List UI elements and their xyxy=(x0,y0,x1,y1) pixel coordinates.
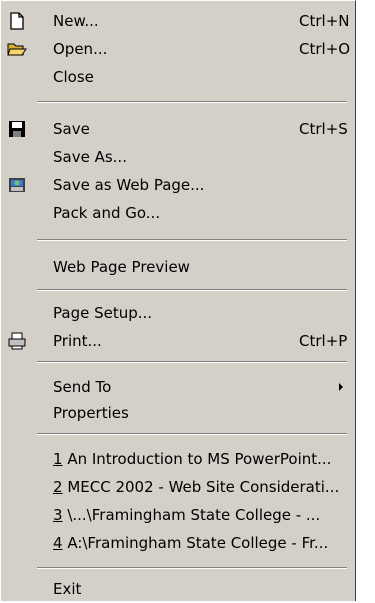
menu-separator xyxy=(37,433,347,435)
recent-file-label: An Introduction to MS PowerPoint... xyxy=(67,450,332,468)
recent-file-label: \...\Framingham State College - ... xyxy=(67,506,321,524)
menu-label-new: New... xyxy=(53,12,99,30)
menu-item-save[interactable]: Save Ctrl+S xyxy=(1,115,355,143)
menu-label-properties: Properties xyxy=(53,404,129,422)
menu-separator xyxy=(37,289,347,291)
menu-item-properties[interactable]: Properties xyxy=(1,399,355,427)
menu-label-save: Save xyxy=(53,120,90,138)
recent-file-number: 1 xyxy=(53,450,63,468)
menu-label-pack-and-go: Pack and Go... xyxy=(53,204,161,222)
menu-item-save-as-web-page[interactable]: Save as Web Page... xyxy=(1,171,355,199)
recent-file-label: A:\Framingham State College - Fr... xyxy=(67,534,329,552)
menu-label-send-to: Send To xyxy=(53,378,112,396)
menu-item-recent-3[interactable]: 3 \...\Framingham State College - ... xyxy=(1,501,355,529)
menu-item-open[interactable]: Open... Ctrl+O xyxy=(1,35,355,63)
new-document-icon xyxy=(7,11,27,31)
menu-label-web-page-preview: Web Page Preview xyxy=(53,258,190,276)
shortcut-save: Ctrl+S xyxy=(299,120,348,138)
menu-label-close: Close xyxy=(53,68,94,86)
menu-item-recent-4[interactable]: 4 A:\Framingham State College - Fr... xyxy=(1,529,355,557)
menu-label-save-as: Save As... xyxy=(53,148,127,166)
menu-separator xyxy=(37,101,347,103)
menu-item-page-setup[interactable]: Page Setup... xyxy=(1,299,355,327)
menu-item-pack-and-go[interactable]: Pack and Go... xyxy=(1,199,355,227)
menu-item-recent-1[interactable]: 1 An Introduction to MS PowerPoint... xyxy=(1,445,355,473)
floppy-disk-icon xyxy=(7,119,27,139)
printer-icon xyxy=(7,331,27,351)
menu-item-print[interactable]: Print... Ctrl+P xyxy=(1,327,355,355)
recent-file-number: 2 xyxy=(53,478,63,496)
recent-file-number: 4 xyxy=(53,534,63,552)
menu-item-recent-2[interactable]: 2 MECC 2002 - Web Site Considerati... xyxy=(1,473,355,501)
file-menu: New... Ctrl+N Open... Ctrl+O Close Save … xyxy=(0,0,356,601)
shortcut-open: Ctrl+O xyxy=(299,40,351,58)
menu-label-exit: Exit xyxy=(53,580,82,598)
menu-item-save-as[interactable]: Save As... xyxy=(1,143,355,171)
menu-separator xyxy=(37,567,347,569)
shortcut-new: Ctrl+N xyxy=(299,12,350,30)
shortcut-print: Ctrl+P xyxy=(299,332,348,350)
menu-item-send-to[interactable]: Send To xyxy=(1,373,355,401)
recent-file-number: 3 xyxy=(53,506,63,524)
menu-label-open: Open... xyxy=(53,40,108,58)
menu-separator xyxy=(37,239,347,241)
recent-file-label: MECC 2002 - Web Site Considerati... xyxy=(67,478,340,496)
menu-separator xyxy=(37,361,347,363)
submenu-arrow-icon xyxy=(339,383,343,391)
menu-item-exit[interactable]: Exit xyxy=(1,575,355,603)
menu-item-close[interactable]: Close xyxy=(1,63,355,91)
menu-item-new[interactable]: New... Ctrl+N xyxy=(1,7,355,35)
menu-label-page-setup: Page Setup... xyxy=(53,304,153,322)
menu-label-print: Print... xyxy=(53,332,102,350)
open-folder-icon xyxy=(7,39,27,59)
menu-item-web-page-preview[interactable]: Web Page Preview xyxy=(1,253,355,281)
menu-label-save-as-web-page: Save as Web Page... xyxy=(53,176,205,194)
web-page-icon xyxy=(7,175,27,195)
